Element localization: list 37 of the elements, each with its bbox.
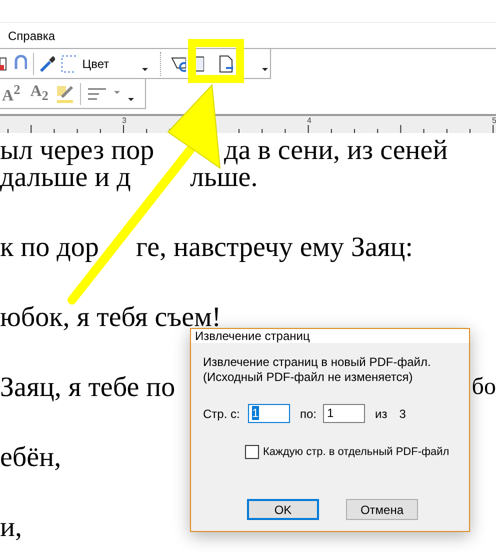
- ruler-number: 5: [492, 116, 496, 125]
- ruler-number: 4: [307, 116, 312, 125]
- document-text: Заяц, я тебе по: [0, 374, 176, 401]
- align-icon[interactable]: [87, 86, 108, 102]
- highlighter-icon[interactable]: [56, 84, 74, 102]
- eyedropper-icon[interactable]: [39, 54, 55, 72]
- from-label: Стр. с:: [203, 406, 241, 420]
- ruler-number: 3: [122, 116, 126, 125]
- page-icon[interactable]: [0, 56, 7, 72]
- page-arrow-icon[interactable]: [218, 54, 234, 72]
- page-refresh-icon[interactable]: [170, 56, 186, 72]
- of-label: из: [375, 406, 388, 420]
- document-text: ыл через пор: [0, 137, 154, 164]
- text-format-button[interactable]: A$^{2}$: [0, 82, 22, 106]
- to-field[interactable]: 1: [323, 404, 365, 423]
- highlight-frame: [188, 39, 244, 83]
- document-text: бо: [472, 374, 496, 401]
- dialog-description: Извлечение страниц в новый PDF-файл. (Исходный PDF-файл не изменяется): [203, 355, 432, 385]
- document-text: к по дор: [0, 234, 99, 261]
- document-text: ге, навстречу ему Заяц:: [136, 234, 414, 261]
- dialog-button[interactable]: OK: [247, 499, 319, 520]
- from-field[interactable]: 1: [248, 404, 290, 423]
- checkbox[interactable]: [245, 445, 259, 459]
- total-pages: 3: [399, 406, 406, 420]
- dialog-button[interactable]: Отмена: [346, 499, 418, 520]
- document-text: ебён,: [0, 444, 62, 471]
- text-format-button[interactable]: A$_{2}$: [28, 82, 50, 104]
- to-label: по:: [300, 406, 318, 420]
- dialog-title: Извлечение страниц: [191, 329, 469, 343]
- document-text: да в сени, из сеней: [224, 137, 448, 164]
- document-text: и,: [0, 514, 22, 541]
- checkbox-label: Каждую стр. в отдельный PDF-файл: [263, 446, 450, 458]
- menu-item[interactable]: Справка: [8, 28, 56, 42]
- document-text: льше.: [190, 164, 258, 191]
- document-text: юбок, я тебя съем!: [0, 304, 222, 331]
- color-label[interactable]: Цвет: [82, 56, 110, 70]
- document-text: дальше и д: [0, 164, 131, 191]
